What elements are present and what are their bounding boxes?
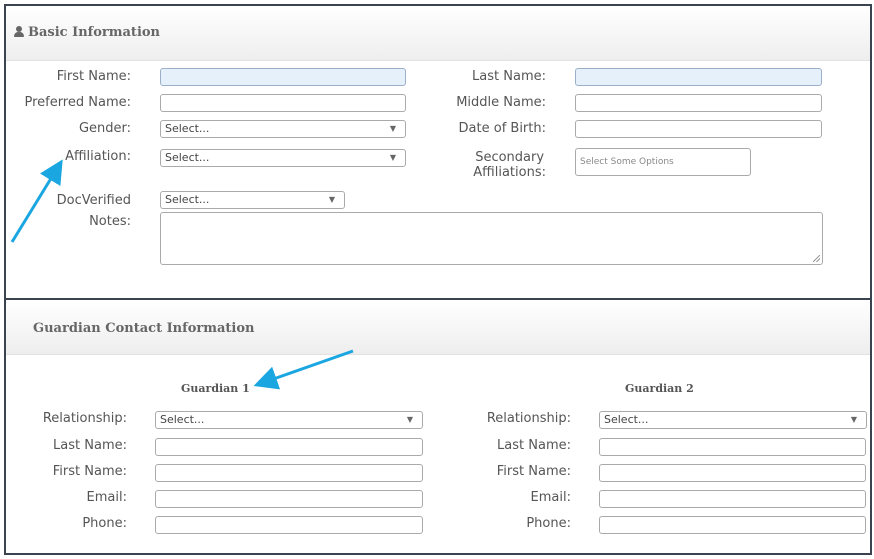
g2-first-name-input[interactable] [599, 464, 866, 482]
g2-email-label: Email: [530, 490, 571, 505]
g1-last-name-input[interactable] [155, 438, 423, 456]
chevron-down-icon: ▼ [389, 153, 396, 162]
g2-phone-input[interactable] [599, 516, 866, 534]
g1-phone-input[interactable] [155, 516, 423, 534]
g1-relationship-select[interactable]: Select... ▼ [155, 411, 423, 429]
g1-first-name-label: First Name: [52, 464, 127, 479]
g1-email-label: Email: [86, 490, 127, 505]
user-icon [14, 26, 24, 37]
preferred-name-input[interactable] [160, 94, 406, 112]
guardian-1-heading: Guardian 1 [181, 382, 250, 395]
notes-label: Notes: [89, 214, 131, 229]
section-title: Basic Information [14, 25, 160, 40]
date-of-birth-input[interactable] [575, 120, 822, 138]
last-name-input[interactable] [575, 68, 822, 86]
date-of-birth-label: Date of Birth: [458, 121, 546, 136]
affiliation-label: Affiliation: [65, 149, 131, 164]
docverified-select[interactable]: Select... ▼ [160, 191, 345, 209]
last-name-label: Last Name: [472, 69, 546, 84]
gender-label: Gender: [78, 121, 131, 136]
middle-name-label: Middle Name: [456, 95, 546, 110]
guardian-2-heading: Guardian 2 [625, 382, 694, 395]
g2-last-name-label: Last Name: [497, 438, 571, 453]
guardian-contact-header: Guardian Contact Information [6, 300, 870, 355]
docverified-label: DocVerified [56, 193, 131, 208]
affiliation-select[interactable]: Select... ▼ [160, 149, 406, 167]
g2-last-name-input[interactable] [599, 438, 866, 456]
g2-phone-label: Phone: [526, 516, 571, 531]
g2-email-input[interactable] [599, 490, 866, 508]
g1-phone-label: Phone: [82, 516, 127, 531]
g2-relationship-label: Relationship: [486, 411, 571, 426]
first-name-label: First Name: [56, 69, 131, 84]
resize-grip-icon[interactable] [813, 255, 820, 262]
basic-information-header: Basic Information [6, 6, 870, 61]
g2-relationship-select[interactable]: Select... ▼ [599, 411, 867, 429]
secondary-affiliations-label: Secondary Affiliations: [473, 150, 546, 180]
chevron-down-icon: ▼ [389, 124, 396, 133]
middle-name-input[interactable] [575, 94, 822, 112]
basic-information-panel: Basic Information First Name: Last Name:… [4, 4, 872, 300]
secondary-affiliations-multiselect[interactable]: Select Some Options [575, 148, 751, 176]
g2-first-name-label: First Name: [496, 464, 571, 479]
g1-email-input[interactable] [155, 490, 423, 508]
guardian-contact-panel: Guardian Contact Information Guardian 1 … [4, 298, 872, 555]
g1-relationship-label: Relationship: [42, 411, 127, 426]
g1-last-name-label: Last Name: [53, 438, 127, 453]
chevron-down-icon: ▼ [328, 195, 335, 204]
gender-select[interactable]: Select... ▼ [160, 120, 406, 138]
preferred-name-label: Preferred Name: [24, 95, 131, 110]
chevron-down-icon: ▼ [406, 415, 413, 424]
chevron-down-icon: ▼ [850, 415, 857, 424]
first-name-input[interactable] [160, 68, 406, 86]
notes-textarea[interactable] [160, 212, 823, 265]
section-title: Guardian Contact Information [33, 321, 255, 336]
g1-first-name-input[interactable] [155, 464, 423, 482]
